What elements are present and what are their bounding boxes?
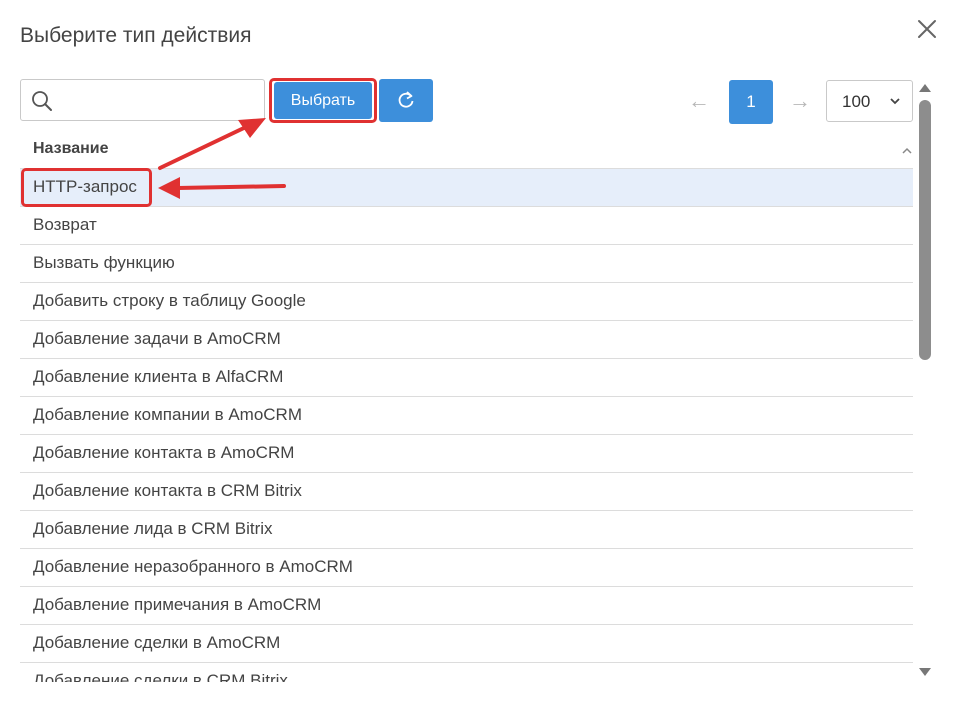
- search-input[interactable]: [59, 86, 259, 114]
- prev-page-button[interactable]: ←: [688, 88, 710, 114]
- table-row[interactable]: HTTP-запрос: [20, 169, 913, 207]
- table-row[interactable]: Добавление клиента в AlfaCRM: [20, 359, 913, 397]
- table-row[interactable]: Добавление неразобранного в AmoCRM: [20, 549, 913, 587]
- table-row[interactable]: Добавление сделки в AmoCRM: [20, 625, 913, 663]
- scroll-up-icon[interactable]: [919, 80, 931, 98]
- table-header[interactable]: Название: [20, 130, 913, 169]
- refresh-button[interactable]: [379, 79, 433, 122]
- action-type-dialog: Выберите тип действия Выбрать ← 1 → 100 …: [0, 0, 956, 718]
- table-row[interactable]: Добавление примечания в AmoCRM: [20, 587, 913, 625]
- column-header-name: Название: [33, 140, 109, 157]
- table-row[interactable]: Добавление контакта в CRM Bitrix: [20, 473, 913, 511]
- table-row[interactable]: Добавление контакта в AmoCRM: [20, 435, 913, 473]
- table-row[interactable]: Возврат: [20, 207, 913, 245]
- refresh-icon: [398, 91, 414, 108]
- table-row[interactable]: Добавление задачи в AmoCRM: [20, 321, 913, 359]
- scrollbar-thumb[interactable]: [919, 100, 931, 360]
- chevron-down-icon: [889, 94, 901, 112]
- search-field[interactable]: [20, 79, 265, 121]
- table-row[interactable]: Добавление компании в AmoCRM: [20, 397, 913, 435]
- search-icon: [30, 89, 54, 113]
- sort-asc-icon[interactable]: [901, 143, 913, 161]
- table-row[interactable]: Добавление лида в CRM Bitrix: [20, 511, 913, 549]
- scroll-down-icon[interactable]: [919, 664, 931, 682]
- table-row[interactable]: Добавить строку в таблицу Google: [20, 283, 913, 321]
- next-page-button[interactable]: →: [789, 88, 811, 114]
- per-page-value: 100: [842, 92, 871, 111]
- list-scrollbar[interactable]: [917, 80, 933, 680]
- select-button[interactable]: Выбрать: [274, 82, 372, 119]
- action-type-list: HTTP-запрос Возврат Вызвать функцию Доба…: [20, 169, 913, 682]
- close-icon[interactable]: [915, 17, 939, 41]
- per-page-select[interactable]: 100: [826, 80, 913, 122]
- table-row[interactable]: Добавление сделки в CRM Bitrix: [20, 663, 913, 682]
- table-row[interactable]: Вызвать функцию: [20, 245, 913, 283]
- dialog-title: Выберите тип действия: [20, 24, 252, 47]
- current-page-button[interactable]: 1: [729, 80, 773, 124]
